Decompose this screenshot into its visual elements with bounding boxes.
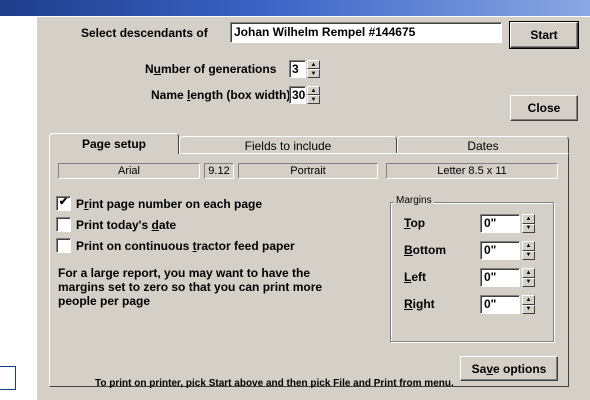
- margin-right-label: Right: [404, 297, 435, 311]
- checkbox-label: Print page number on each page: [76, 196, 263, 211]
- footer-instructions: To print on printer, pick Start above an…: [95, 378, 454, 389]
- margin-right-spinner[interactable]: ▲ ▼: [522, 295, 535, 314]
- tab-page-setup[interactable]: Page setup: [49, 133, 179, 154]
- spin-up-icon[interactable]: ▲: [522, 241, 535, 251]
- descendant-name-field[interactable]: Johan Wilhelm Rempel #144675: [230, 22, 502, 43]
- close-button[interactable]: Close: [510, 95, 578, 121]
- title-bar: [0, 0, 590, 16]
- generations-spinner[interactable]: ▲ ▼: [307, 60, 320, 78]
- tab-fields-to-include[interactable]: Fields to include: [179, 136, 397, 154]
- background-window-edge: [0, 366, 16, 390]
- spin-down-icon[interactable]: ▼: [522, 250, 535, 260]
- tractor-feed-checkbox[interactable]: Print on continuous tractor feed paper: [56, 238, 295, 253]
- tab-dates[interactable]: Dates: [397, 136, 569, 154]
- descendants-report-dialog: Select descendants of Johan Wilhelm Remp…: [36, 16, 590, 400]
- margins-group-title: Margins: [394, 195, 434, 206]
- start-button[interactable]: Start: [509, 21, 579, 49]
- spin-down-icon[interactable]: ▼: [522, 223, 535, 233]
- paper-size-display: Letter 8.5 x 11: [386, 163, 558, 179]
- margin-left-label: Left: [404, 270, 427, 284]
- print-todays-date-checkbox[interactable]: Print today's date: [56, 217, 176, 232]
- spin-down-icon[interactable]: ▼: [307, 69, 320, 78]
- checkbox-label: Print today's date: [76, 217, 177, 232]
- name-length-label: Name length (box width): [151, 88, 291, 102]
- spin-up-icon[interactable]: ▲: [522, 214, 535, 224]
- font-size-display: 9.12: [204, 163, 234, 179]
- page-setup-panel: Arial 9.12 Portrait Letter 8.5 x 11 ✔ Pr…: [49, 153, 569, 387]
- name-length-spinner[interactable]: ▲ ▼: [307, 86, 320, 104]
- margin-bottom-input[interactable]: 0": [480, 241, 520, 260]
- spin-down-icon[interactable]: ▼: [522, 277, 535, 287]
- print-page-number-checkbox[interactable]: ✔ Print page number on each page: [56, 196, 262, 211]
- select-descendants-label: Select descendants of: [81, 26, 208, 40]
- name-length-input[interactable]: 30: [289, 86, 306, 104]
- margin-bottom-spinner[interactable]: ▲ ▼: [522, 241, 535, 260]
- margin-left-input[interactable]: 0": [480, 268, 520, 287]
- margins-note: For a large report, you may want to have…: [58, 266, 323, 308]
- spin-down-icon[interactable]: ▼: [522, 304, 535, 314]
- spin-up-icon[interactable]: ▲: [522, 295, 535, 305]
- margin-right-input[interactable]: 0": [480, 295, 520, 314]
- checkbox-unchecked[interactable]: [56, 238, 71, 253]
- margin-top-label: Top: [404, 216, 426, 230]
- margin-bottom-label: Bottom: [404, 243, 446, 257]
- margin-top-spinner[interactable]: ▲ ▼: [522, 214, 535, 233]
- margin-top-input[interactable]: 0": [480, 214, 520, 233]
- spin-up-icon[interactable]: ▲: [522, 268, 535, 278]
- background-area: [0, 16, 36, 400]
- checkbox-label: Print on continuous tractor feed paper: [76, 238, 295, 253]
- spin-down-icon[interactable]: ▼: [307, 95, 320, 104]
- spin-up-icon[interactable]: ▲: [307, 60, 320, 69]
- font-name-display: Arial: [58, 163, 200, 179]
- checkbox-unchecked[interactable]: [56, 217, 71, 232]
- margin-left-spinner[interactable]: ▲ ▼: [522, 268, 535, 287]
- checkbox-checked[interactable]: ✔: [56, 196, 71, 211]
- save-options-button[interactable]: Sa v e options: [460, 356, 558, 381]
- orientation-display: Portrait: [238, 163, 378, 179]
- generations-label: Number of generations: [145, 62, 277, 76]
- spin-up-icon[interactable]: ▲: [307, 86, 320, 95]
- generations-input[interactable]: 3: [289, 60, 306, 78]
